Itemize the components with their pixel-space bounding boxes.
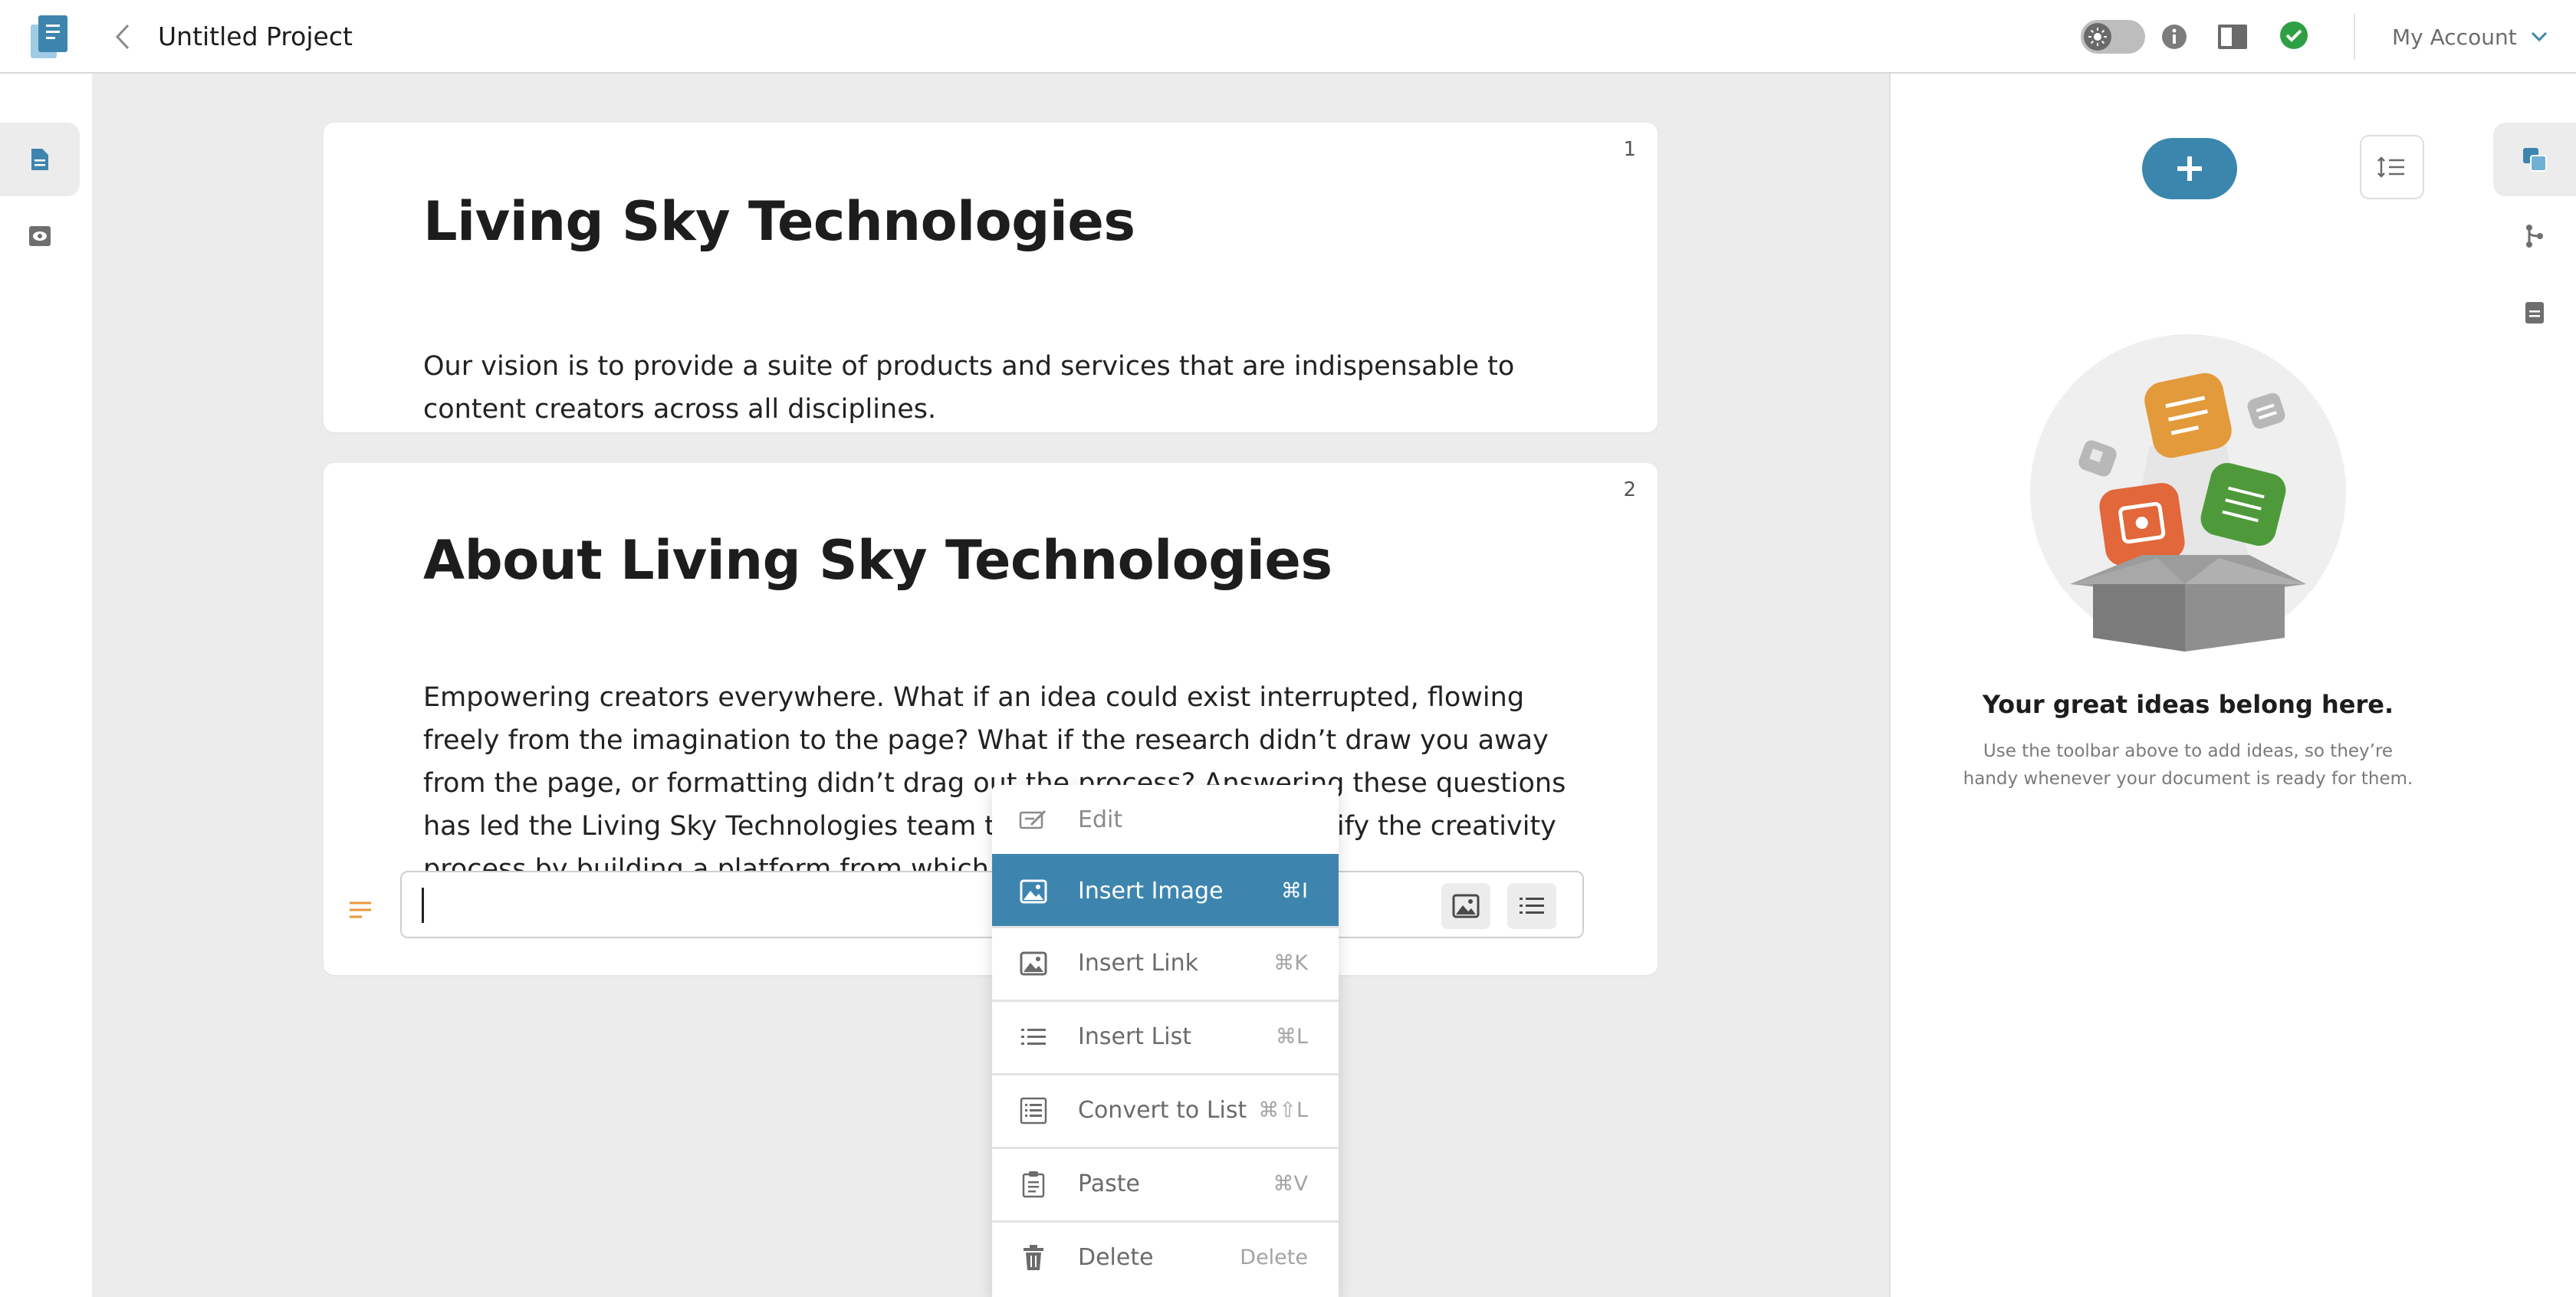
image-icon (1015, 945, 1052, 982)
project-title[interactable]: Untitled Project (158, 20, 353, 54)
ideas-panel: Your great ideas belong here. Use the to… (1889, 74, 2484, 1297)
add-idea-button[interactable] (2142, 138, 2237, 199)
sort-ideas-button[interactable] (2360, 135, 2424, 199)
rail-item-document[interactable] (0, 123, 80, 196)
rail-item-ideas[interactable] (2493, 123, 2576, 196)
document-icon (31, 149, 48, 170)
convert-list-icon (1015, 1092, 1052, 1129)
section-body[interactable]: Our vision is to provide a suite of prod… (423, 345, 1573, 431)
menu-item-label: Convert to List (1078, 1097, 1247, 1124)
menu-item-label: Edit (1078, 806, 1123, 833)
menu-item-insert-image[interactable]: Insert Image ⌘I (992, 854, 1339, 926)
menu-item-insert-list[interactable]: Insert List ⌘L (992, 1000, 1339, 1072)
plus-icon (2177, 156, 2202, 181)
sort-list-icon (2377, 156, 2404, 178)
menu-item-edit[interactable]: Edit (992, 785, 1339, 854)
section-title[interactable]: Living Sky Technologies (423, 190, 1135, 253)
menu-item-shortcut: ⌘K (1273, 951, 1308, 975)
list-icon (1015, 1019, 1052, 1056)
app-logo-icon[interactable] (29, 14, 72, 60)
theme-toggle[interactable] (2081, 20, 2145, 54)
sun-icon (2084, 23, 2111, 51)
account-label: My Account (2392, 24, 2517, 50)
section-card[interactable]: 1 Living Sky Technologies Our vision is … (324, 123, 1658, 432)
context-menu: Edit Insert Image ⌘I Insert Link ⌘K Inse… (992, 785, 1339, 1297)
menu-item-delete[interactable]: Delete Delete (992, 1220, 1339, 1292)
section-number: 1 (1623, 138, 1636, 161)
list-icon (1520, 898, 1544, 914)
chevron-left-icon (115, 24, 130, 50)
document-area: 1 Living Sky Technologies Our vision is … (92, 74, 1889, 1297)
left-rail (0, 74, 92, 1297)
menu-item-shortcut: ⌘V (1273, 1172, 1308, 1196)
menu-item-label: Paste (1078, 1171, 1140, 1197)
menu-item-shortcut: Delete (1240, 1246, 1308, 1269)
menu-item-convert-to-list[interactable]: Convert to List ⌘⇧L (992, 1073, 1339, 1145)
menu-item-shortcut: ⌘L (1275, 1025, 1308, 1049)
menu-item-label: Insert List (1078, 1023, 1192, 1050)
text-caret (422, 888, 424, 923)
note-icon (2525, 302, 2544, 323)
clipboard-icon (1015, 1166, 1052, 1203)
ideas-cards-icon (2523, 148, 2547, 172)
panel-layout-icon[interactable] (2217, 23, 2248, 51)
info-icon[interactable] (2160, 23, 2188, 51)
rail-item-notes[interactable] (2493, 276, 2576, 350)
menu-item-label: Delete (1078, 1244, 1154, 1271)
paragraph-handle-icon[interactable] (345, 894, 379, 928)
menu-item-label: Insert Link (1078, 950, 1199, 977)
menu-item-shortcut: ⌘⇧L (1258, 1098, 1308, 1122)
image-icon (1015, 873, 1052, 910)
edit-icon (1015, 801, 1052, 838)
menu-item-insert-link[interactable]: Insert Link ⌘K (992, 926, 1339, 998)
back-button[interactable] (107, 20, 138, 54)
insert-image-button[interactable] (1441, 883, 1490, 929)
menu-item-paste[interactable]: Paste ⌘V (992, 1147, 1339, 1219)
branch-icon (2526, 225, 2543, 248)
empty-state-title: Your great ideas belong here. (1982, 690, 2394, 719)
section-title[interactable]: About Living Sky Technologies (423, 529, 1332, 592)
trash-icon (1015, 1240, 1052, 1276)
saved-check-icon (2279, 20, 2309, 51)
rail-item-outline[interactable] (2493, 199, 2576, 273)
right-rail (2484, 74, 2576, 1297)
section-number: 2 (1623, 478, 1636, 501)
account-menu[interactable]: My Account (2392, 20, 2548, 54)
menu-item-shortcut: ⌘I (1281, 879, 1308, 903)
divider (2354, 14, 2355, 60)
menu-item-label: Insert Image (1078, 878, 1224, 905)
chevron-down-icon (2531, 31, 2547, 42)
insert-list-button[interactable] (1507, 883, 1556, 929)
eye-icon (29, 226, 51, 246)
empty-ideas-illustration (2027, 331, 2349, 653)
top-bar: Untitled Project My Account (0, 0, 2576, 74)
empty-state-description: Use the toolbar above to add ideas, so t… (1963, 741, 2413, 789)
image-icon (1452, 894, 1480, 918)
rail-item-preview[interactable] (0, 199, 80, 273)
